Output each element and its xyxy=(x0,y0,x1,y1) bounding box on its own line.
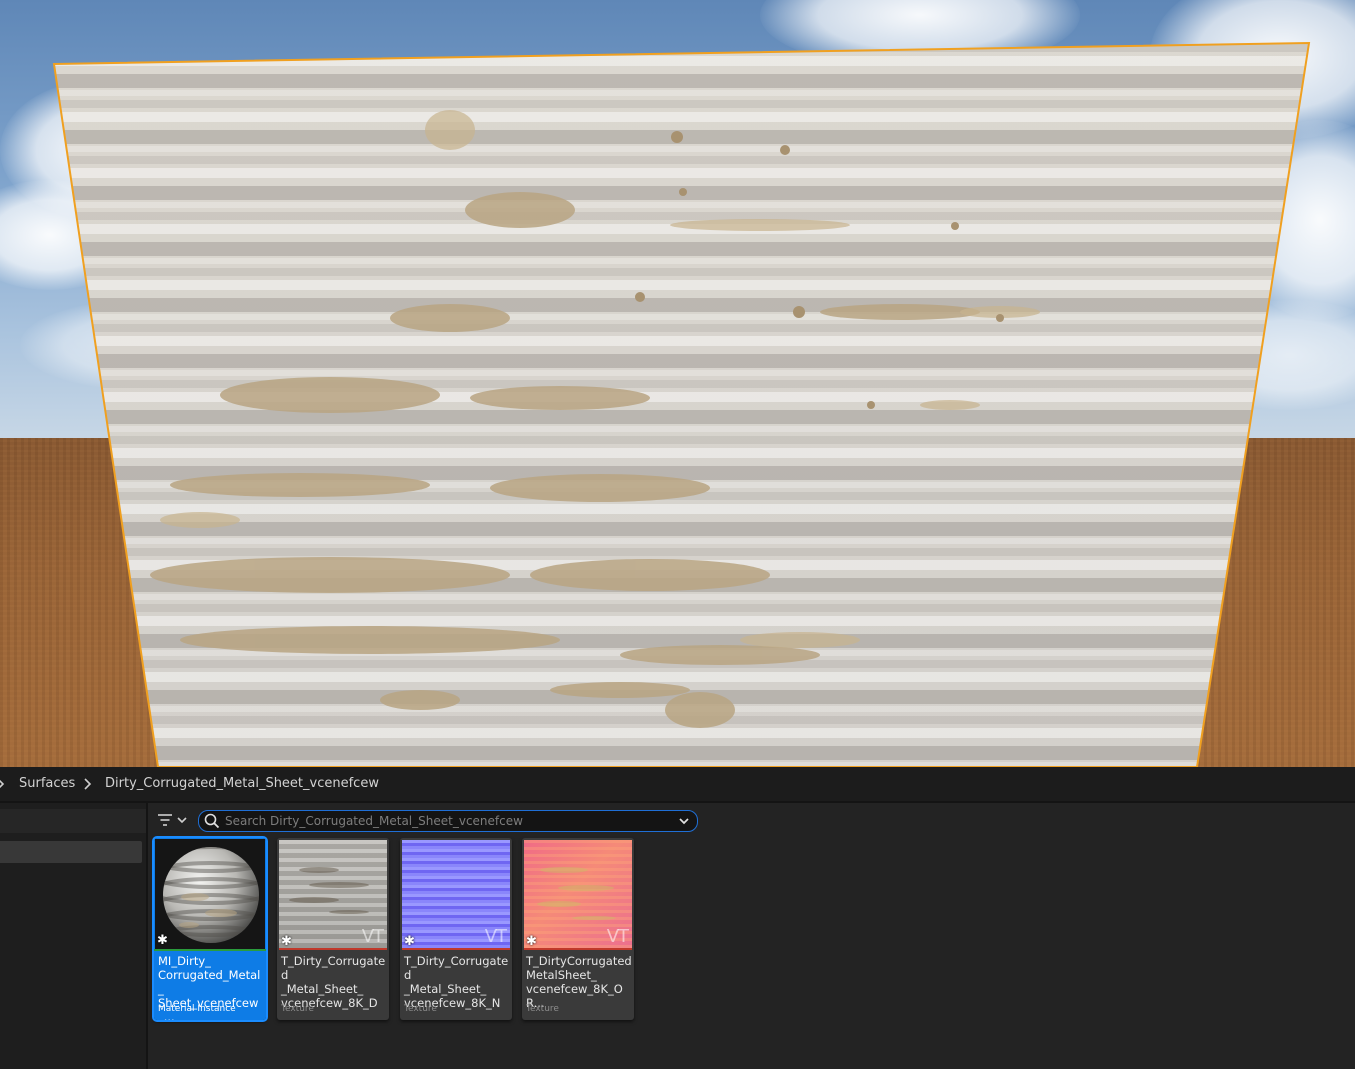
asterisk-icon: ✱ xyxy=(157,933,168,948)
filter-button[interactable] xyxy=(156,810,192,832)
folder-tree-item-selected[interactable] xyxy=(0,841,142,863)
asset-type-label: Texture xyxy=(526,1004,559,1014)
virtual-texture-badge: VT xyxy=(606,926,629,947)
asterisk-icon: ✱ xyxy=(404,934,415,948)
asset-name: T_Dirty_Corrugated _Metal_Sheet_ vcenefc… xyxy=(281,954,386,1010)
asset-type-color-bar xyxy=(279,948,387,950)
asterisk-icon: ✱ xyxy=(281,934,292,948)
asset-tile-texture-orm[interactable]: VT ✱ T_DirtyCorrugated MetalSheet_ vcene… xyxy=(522,838,634,1020)
search-icon xyxy=(204,813,220,829)
asset-tile-texture-diffuse[interactable]: VT ✱ T_Dirty_Corrugated _Metal_Sheet_ vc… xyxy=(277,838,389,1020)
asset-type-color-bar xyxy=(154,949,266,951)
virtual-texture-badge: VT xyxy=(484,926,507,947)
breadcrumb-item-surfaces[interactable]: Surfaces xyxy=(19,776,75,791)
chevron-down-icon[interactable] xyxy=(677,813,691,829)
asset-type-label: Material Instance xyxy=(158,1004,236,1014)
asset-thumbnail: VT ✱ xyxy=(524,840,632,948)
asset-type-color-bar xyxy=(524,948,632,950)
asset-type-color-bar xyxy=(402,948,510,950)
asset-thumbnail: ✱ xyxy=(155,839,265,949)
asset-tile-material-instance[interactable]: ✱ MI_Dirty_ Corrugated_Metal_ Sheet_vcen… xyxy=(152,836,268,1022)
corrugated-metal-wall-mesh[interactable] xyxy=(0,0,1355,767)
asterisk-icon: ✱ xyxy=(526,934,537,948)
asset-type-label: Texture xyxy=(281,1004,314,1014)
search-input[interactable] xyxy=(225,812,665,830)
chevron-right-icon xyxy=(84,778,92,790)
sources-panel xyxy=(0,803,148,1069)
level-viewport[interactable] xyxy=(0,0,1355,767)
asset-tile-texture-normal[interactable]: VT ✱ T_Dirty_Corrugated _Metal_Sheet_ vc… xyxy=(400,838,512,1020)
breadcrumb: Surfaces Dirty_Corrugated_Metal_Sheet_vc… xyxy=(0,767,1355,803)
asset-type-label: Texture xyxy=(404,1004,437,1014)
virtual-texture-badge: VT xyxy=(361,926,384,947)
asset-thumbnail: VT ✱ xyxy=(279,840,387,948)
filter-icon xyxy=(158,814,187,826)
chevron-right-icon xyxy=(0,779,5,789)
sources-panel-header xyxy=(0,809,146,833)
search-field xyxy=(198,810,698,832)
asset-name: T_Dirty_Corrugated _Metal_Sheet_ vcenefc… xyxy=(404,954,509,1010)
breadcrumb-item-current-folder[interactable]: Dirty_Corrugated_Metal_Sheet_vcenefcew xyxy=(105,776,379,791)
asset-name: T_DirtyCorrugated MetalSheet_ vcenefcew_… xyxy=(526,954,632,1010)
asset-thumbnail: VT ✱ xyxy=(402,840,510,948)
